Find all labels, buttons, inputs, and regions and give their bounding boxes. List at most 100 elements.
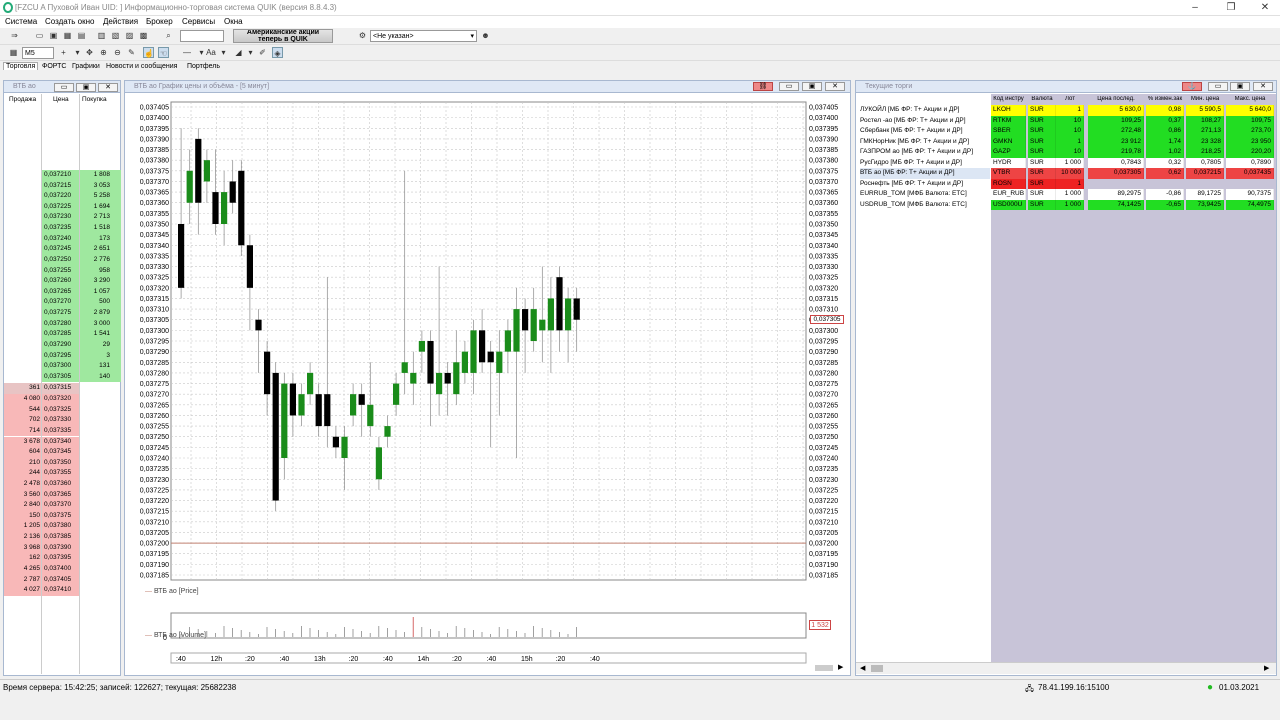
- scrollbar-thumb[interactable]: [871, 665, 883, 672]
- magnet-icon[interactable]: ◈: [272, 47, 283, 58]
- font-icon[interactable]: Aa: [205, 47, 217, 58]
- arrow-icon[interactable]: ⇒: [9, 30, 20, 41]
- buy-row[interactable]: 0,037290 29: [4, 339, 121, 351]
- search-input[interactable]: [180, 30, 224, 42]
- trades-scrollbar[interactable]: ◀ ▶: [856, 662, 1276, 674]
- chart-icon[interactable]: ▥: [96, 30, 107, 41]
- sell-row[interactable]: 2 840 0,037370: [4, 500, 121, 511]
- orders-icon[interactable]: ▤: [76, 30, 87, 41]
- move-icon[interactable]: ✥: [84, 47, 95, 58]
- menu-services[interactable]: Сервисы: [182, 17, 215, 26]
- eraser-icon[interactable]: ✐: [257, 47, 268, 58]
- line-icon[interactable]: —: [180, 47, 194, 58]
- scroll-left-icon[interactable]: ◀: [860, 664, 865, 672]
- chart-scrollbar-thumb[interactable]: [815, 665, 833, 671]
- buy-row[interactable]: 0,037275 2 879: [4, 308, 121, 319]
- buy-row[interactable]: 0,037295 3: [4, 350, 121, 362]
- buy-row[interactable]: 0,037285 1 541: [4, 329, 121, 340]
- minimize-button[interactable]: –: [1180, 0, 1210, 16]
- connection-icon[interactable]: ⚙: [357, 30, 368, 41]
- buy-row[interactable]: 0,037280 3 000: [4, 318, 121, 330]
- us-stocks-banner[interactable]: Американские акции теперь в QUIK: [233, 29, 333, 43]
- chevron-down-icon[interactable]: ▾: [218, 47, 229, 58]
- minimize-panel-button[interactable]: ▭: [779, 82, 799, 91]
- trades-header-cell[interactable]: Код инстру: [991, 96, 1026, 102]
- sell-row[interactable]: 1 205 0,037380: [4, 521, 121, 533]
- interval-select[interactable]: M5: [22, 47, 54, 59]
- menu-create-window[interactable]: Создать окно: [45, 17, 94, 26]
- buy-row[interactable]: 0,037220 5 258: [4, 191, 121, 202]
- close-panel-button[interactable]: ✕: [825, 82, 845, 91]
- sell-row[interactable]: 2 478 0,037360: [4, 478, 121, 490]
- user-icon[interactable]: ☻: [480, 30, 491, 41]
- tab-trading[interactable]: Торговля: [3, 62, 39, 70]
- trade-row[interactable]: Ростел -ао [МБ ФР: Т+ Акции и ДР] RTKM SUR…: [856, 115, 1274, 126]
- maximize-panel-button[interactable]: ▣: [802, 82, 822, 91]
- buy-row[interactable]: 0,037245 2 651: [4, 244, 121, 255]
- buy-row[interactable]: 0,037265 1 057: [4, 286, 121, 298]
- sell-row[interactable]: 2 136 0,037385: [4, 532, 121, 543]
- print-icon[interactable]: ▧: [110, 30, 121, 41]
- menu-windows[interactable]: Окна: [224, 17, 243, 26]
- lock-icon[interactable]: ▩: [138, 30, 149, 41]
- arrow-up-icon[interactable]: ◢: [233, 47, 244, 58]
- trades-header-cell[interactable]: Мин. цена: [1186, 96, 1224, 102]
- buy-row[interactable]: 0,037230 2 713: [4, 212, 121, 224]
- account-select[interactable]: <Не указан> ▾: [370, 30, 477, 42]
- trade-row[interactable]: ВТБ ао [МБ ФР: Т+ Акции и ДР] VTBR SUR 10 0…: [856, 168, 1274, 179]
- search-icon[interactable]: ⌕: [163, 30, 174, 41]
- close-window-button[interactable]: ✕: [1250, 0, 1280, 16]
- settings-icon[interactable]: ▨: [124, 30, 135, 41]
- pencil-icon[interactable]: ✎: [126, 47, 137, 58]
- grid-icon[interactable]: ▦: [8, 47, 19, 58]
- trade-row[interactable]: ГМКНорНик [МБ ФР: Т+ Акции и ДР] GMKN SUR 1…: [856, 136, 1274, 147]
- trade-row[interactable]: EURRUB_TOM [МФБ Валюта: ETC] EUR_RUB SUR 1 …: [856, 189, 1274, 200]
- sell-row[interactable]: 210 0,037350: [4, 457, 121, 469]
- menu-system[interactable]: Система: [5, 17, 37, 26]
- sell-row[interactable]: 544 0,037325: [4, 404, 121, 416]
- chevron-down-icon[interactable]: ▾: [72, 47, 83, 58]
- chevron-down-icon[interactable]: ▾: [245, 47, 256, 58]
- table-icon[interactable]: ▦: [62, 30, 73, 41]
- buy-row[interactable]: 0,037225 1 694: [4, 201, 121, 213]
- sell-row[interactable]: 4 027 0,037410: [4, 585, 121, 596]
- zoom-out-icon[interactable]: ⊖: [112, 47, 123, 58]
- sell-row[interactable]: 4 080 0,037320: [4, 394, 121, 405]
- buy-row[interactable]: 0,037250 2 776: [4, 254, 121, 266]
- sell-row[interactable]: 244 0,037355: [4, 468, 121, 479]
- sell-row[interactable]: 3 678 0,037340: [4, 436, 121, 448]
- link-icon[interactable]: ⛓: [753, 82, 773, 91]
- sell-row[interactable]: 3 560 0,037365: [4, 489, 121, 501]
- sell-row[interactable]: 361 0,037315: [4, 383, 121, 394]
- trades-header-cell[interactable]: Макс. цена: [1226, 96, 1274, 102]
- sell-row[interactable]: 3 968 0,037390: [4, 542, 121, 554]
- tab-forts[interactable]: ФОРТС: [40, 63, 68, 70]
- scroll-right-icon[interactable]: ▶: [838, 663, 843, 671]
- price-chart[interactable]: 0,037405 0,037405 0,037400 0,037400 0,037395…: [125, 94, 850, 675]
- trade-row[interactable]: ГАЗПРОМ ао [МБ ФР: Т+ Акции и ДР] GAZP SUR…: [856, 147, 1274, 158]
- maximize-button[interactable]: ❐: [1216, 0, 1246, 16]
- trade-row[interactable]: ЛУКОЙЛ [МБ ФР: Т+ Акции и ДР] LKOH SUR 1 5 6…: [856, 105, 1274, 116]
- scroll-right-icon[interactable]: ▶: [1264, 664, 1269, 672]
- trade-row[interactable]: РусГидро [МБ ФР: Т+ Акции и ДР] HYDR SUR 1 …: [856, 157, 1274, 168]
- select-icon[interactable]: ☜: [158, 47, 169, 58]
- new-icon[interactable]: ▭: [34, 30, 45, 41]
- trade-row[interactable]: USDRUB_TOM [МФБ Валюта: ETC] USD000U SUR 1 …: [856, 199, 1274, 210]
- trades-header-cell[interactable]: Цена послед.: [1088, 96, 1144, 102]
- buy-row[interactable]: 0,037305 140: [4, 371, 121, 383]
- buy-row[interactable]: 0,037235 1 518: [4, 223, 121, 234]
- sell-row[interactable]: 150 0,037375: [4, 510, 121, 522]
- close-panel-button[interactable]: ✕: [1253, 82, 1273, 91]
- pin-icon[interactable]: ⚓: [1182, 82, 1202, 91]
- tab-news[interactable]: Новости и сообщения: [104, 63, 179, 70]
- buy-row[interactable]: 0,037210 1 808: [4, 170, 121, 181]
- save-icon[interactable]: ▣: [48, 30, 59, 41]
- tab-portfolio[interactable]: Портфель: [185, 63, 222, 70]
- zoom-in-icon[interactable]: ⊕: [98, 47, 109, 58]
- hand-icon[interactable]: ☝: [143, 47, 154, 58]
- trades-header-cell[interactable]: % измен.зак: [1146, 96, 1184, 102]
- buy-row[interactable]: 0,037240 173: [4, 233, 121, 245]
- sell-row[interactable]: 4 265 0,037400: [4, 563, 121, 575]
- maximize-panel-button[interactable]: ▣: [1230, 82, 1250, 91]
- buy-row[interactable]: 0,037300 131: [4, 361, 121, 372]
